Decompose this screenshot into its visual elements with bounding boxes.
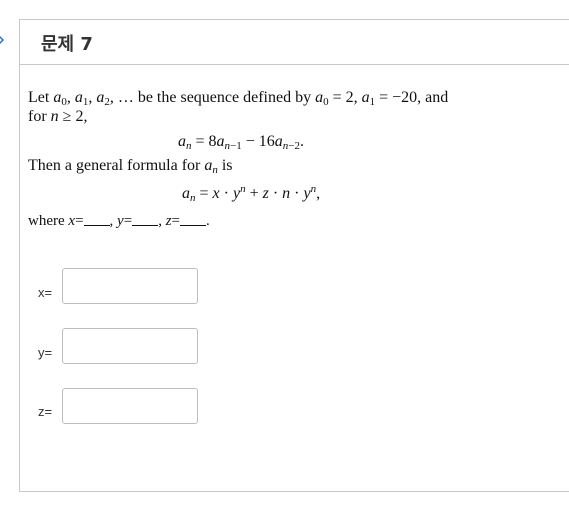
x-field-label: x=: [38, 285, 53, 300]
collapse-arrow-icon[interactable]: [0, 31, 8, 49]
problem-line-2: for n ≥ 2,: [28, 108, 88, 125]
where-line: where x=, y=, z=.: [28, 213, 210, 229]
question-title: 문제 7: [41, 34, 93, 55]
x-answer-input[interactable]: [62, 268, 198, 304]
question-header: 문제 7: [20, 20, 569, 65]
problem-line-4: Then a general formula for an is: [28, 157, 233, 176]
general-formula: an = x · yn + z · n · yn,: [182, 183, 321, 204]
y-answer-input[interactable]: [62, 328, 198, 364]
y-field-label: y=: [38, 345, 53, 360]
z-answer-input[interactable]: [62, 388, 198, 424]
z-field-label: z=: [38, 404, 53, 419]
problem-line-1: Let a0, a1, a2, … be the sequence define…: [28, 89, 449, 108]
recurrence-equation: an = 8an−1 − 16an−2.: [178, 133, 304, 152]
